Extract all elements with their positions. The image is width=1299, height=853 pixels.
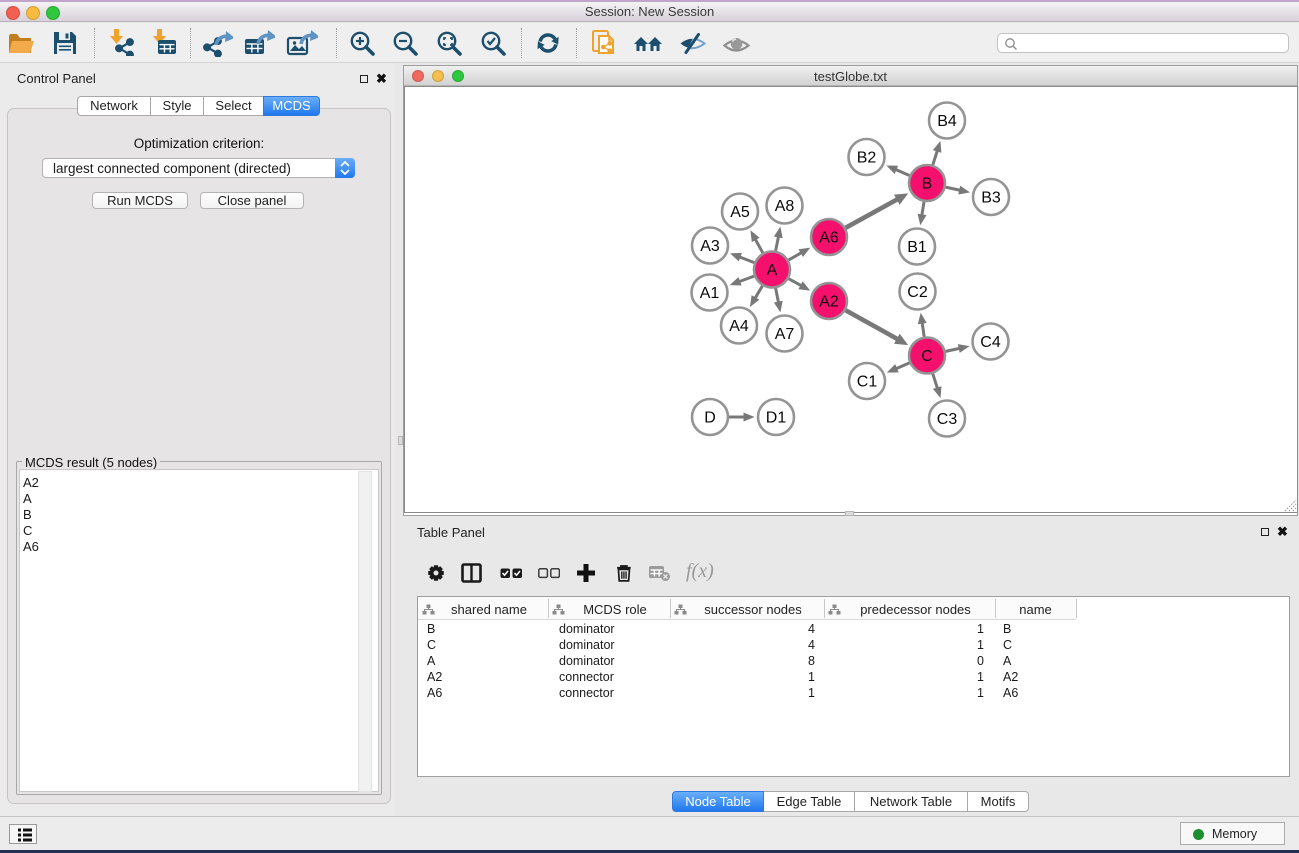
svg-text:A1: A1 — [700, 285, 720, 302]
svg-text:B: B — [922, 176, 933, 193]
svg-text:C4: C4 — [980, 334, 1001, 351]
svg-text:A7: A7 — [775, 326, 795, 343]
svg-text:A8: A8 — [775, 198, 795, 215]
svg-text:D: D — [704, 410, 716, 427]
svg-text:B2: B2 — [857, 150, 877, 167]
svg-text:A5: A5 — [730, 204, 750, 221]
svg-text:A2: A2 — [819, 294, 839, 311]
svg-text:C: C — [921, 348, 933, 365]
svg-text:C3: C3 — [937, 411, 958, 428]
svg-text:C1: C1 — [857, 374, 878, 391]
svg-text:B4: B4 — [937, 113, 957, 130]
svg-text:B3: B3 — [981, 190, 1001, 207]
svg-text:A4: A4 — [729, 318, 749, 335]
svg-text:A: A — [767, 262, 778, 279]
svg-text:C2: C2 — [907, 284, 928, 301]
svg-text:A6: A6 — [819, 230, 839, 247]
svg-text:B1: B1 — [907, 239, 927, 256]
svg-text:A3: A3 — [700, 238, 720, 255]
svg-text:D1: D1 — [766, 410, 787, 427]
